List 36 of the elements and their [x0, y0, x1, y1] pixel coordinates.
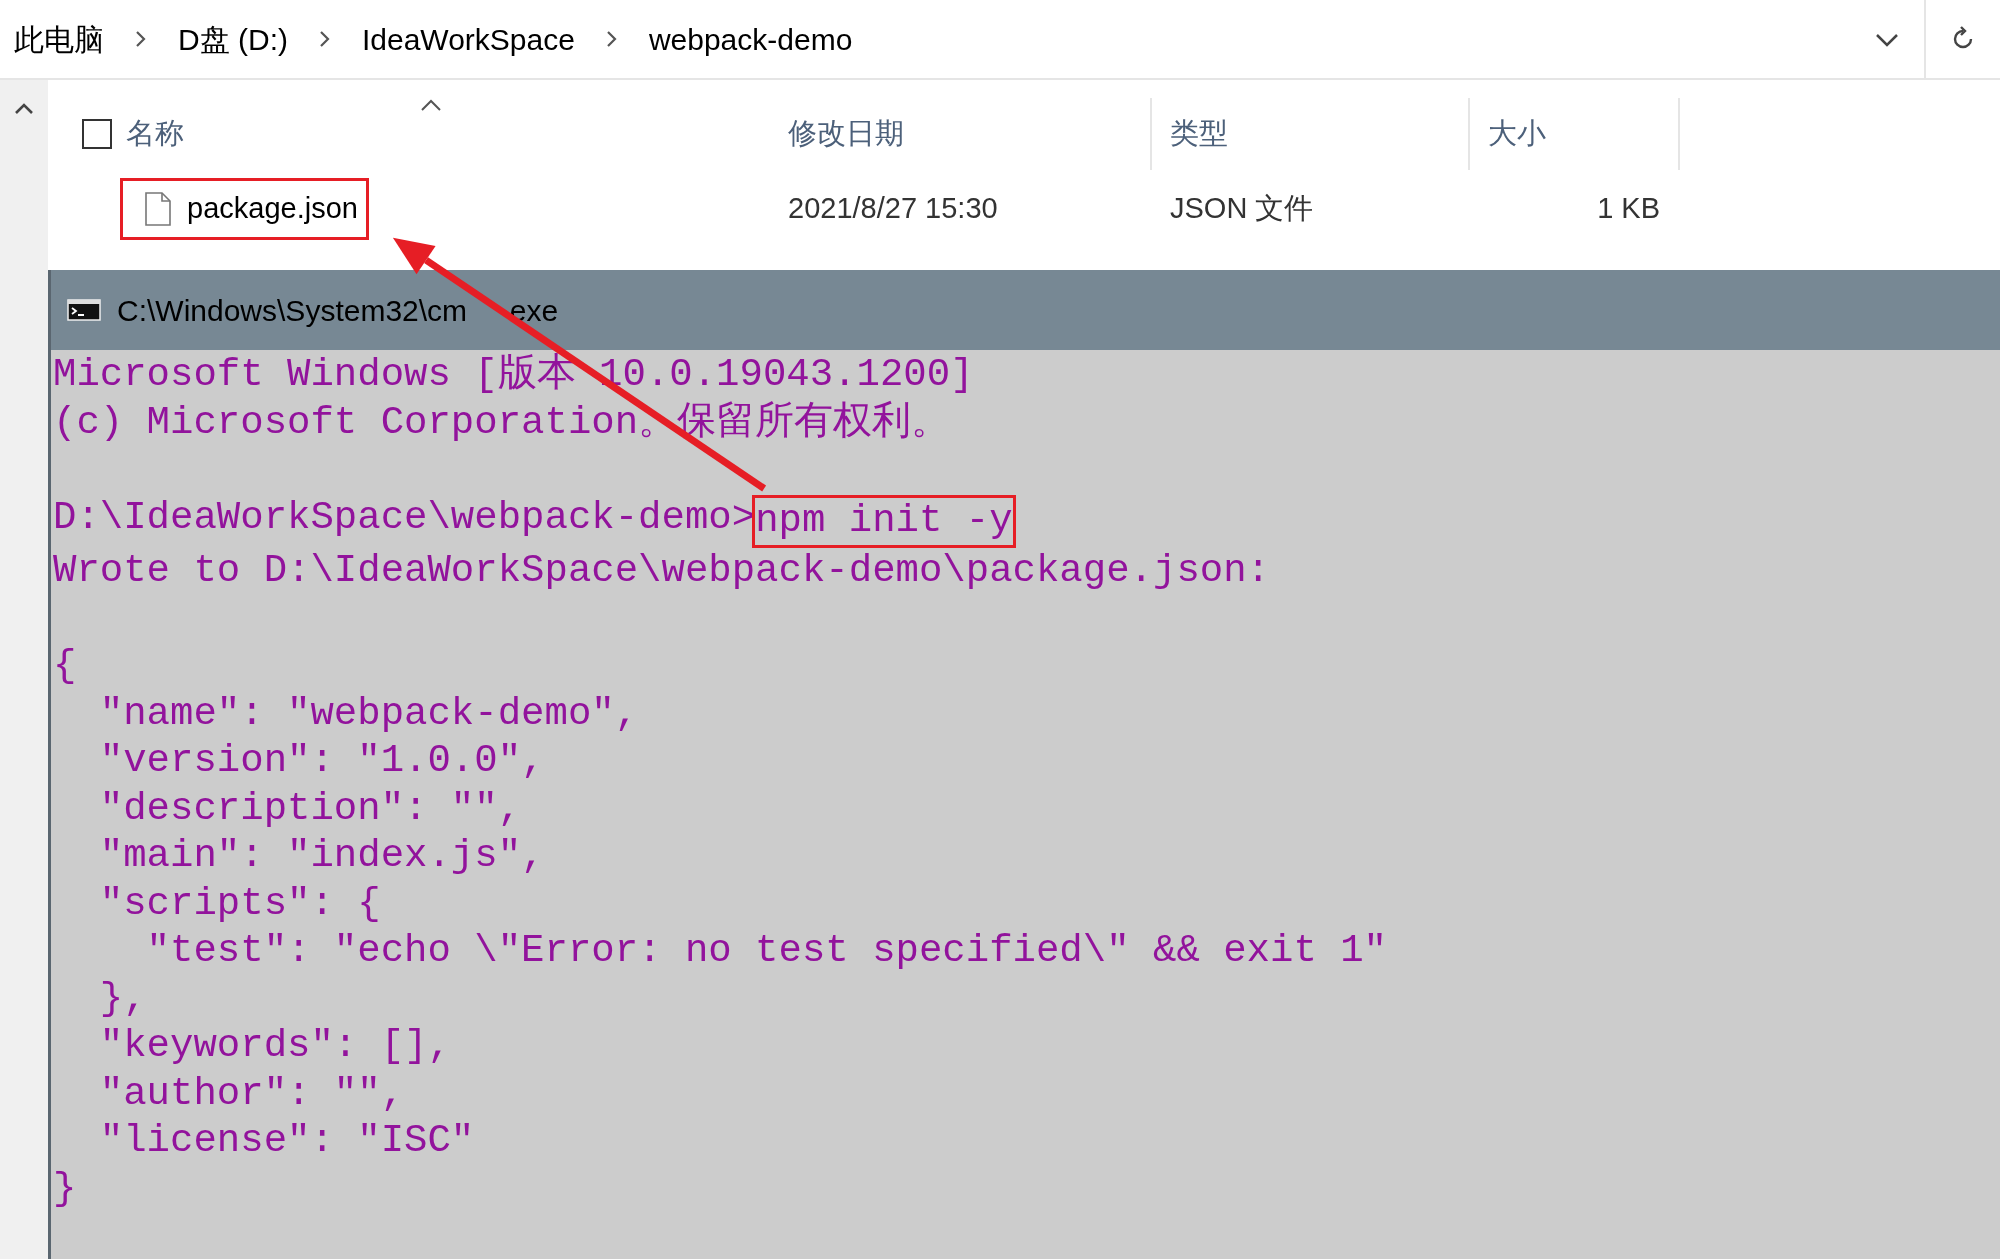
column-header[interactable]: 名称 [112, 112, 184, 156]
console-command: npm init -y [752, 494, 1016, 548]
breadcrumb-item[interactable]: D盘 (D:) [172, 16, 294, 62]
breadcrumb-item[interactable]: IdeaWorkSpace [356, 16, 581, 62]
sort-ascending-icon [420, 98, 442, 112]
console-line: "author": "", [98, 1070, 405, 1118]
file-type: JSON 文件 [1169, 191, 1315, 227]
file-size: 1 KB [1596, 191, 1661, 227]
column-header[interactable]: 大小 [1470, 112, 1546, 156]
console-line: "scripts": { [98, 880, 381, 928]
console-line: (c) Microsoft Corporation。保留所有权利。 [53, 399, 951, 447]
console-line: Microsoft Windows [版本 10.0.19043.1200] [53, 352, 974, 399]
file-modified: 2021/8/27 15:30 [787, 191, 999, 227]
console-line: "version": "1.0.0", [98, 738, 545, 785]
file-icon [145, 192, 171, 226]
scroll-up-icon [14, 102, 34, 115]
window-title: C:\Windows\System32\cm [117, 292, 468, 329]
console-line: Wrote to D:\IdeaWorkSpace\webpack-demo\package.json: [53, 548, 1270, 595]
column-header[interactable]: 修改日期 [770, 112, 904, 156]
console-icon [67, 299, 101, 321]
file-name: package.json [187, 191, 358, 227]
file-item[interactable]: package.json [120, 178, 369, 240]
console-line: }, [98, 975, 147, 1023]
console-line: "license": "ISC" [98, 1118, 475, 1165]
console-line: "description": "", [98, 785, 522, 833]
console-line: "keywords": [], [98, 1023, 451, 1070]
console-line: { [53, 643, 77, 690]
breadcrumb-item[interactable]: webpack-demo [642, 16, 859, 62]
console-line: "test": "echo \"Error: no test specified\" && exit 1" [145, 928, 1388, 975]
chevron-down-icon [1875, 32, 1899, 47]
console-line: "name": "webpack-demo", [98, 690, 639, 738]
breadcrumb-item[interactable]: 此电脑 [8, 16, 110, 62]
console-line: "main": "index.js", [98, 833, 545, 880]
select-all-checkbox[interactable] [82, 119, 112, 149]
column-header[interactable]: 类型 [1152, 112, 1228, 156]
console-line: } [53, 1165, 77, 1213]
